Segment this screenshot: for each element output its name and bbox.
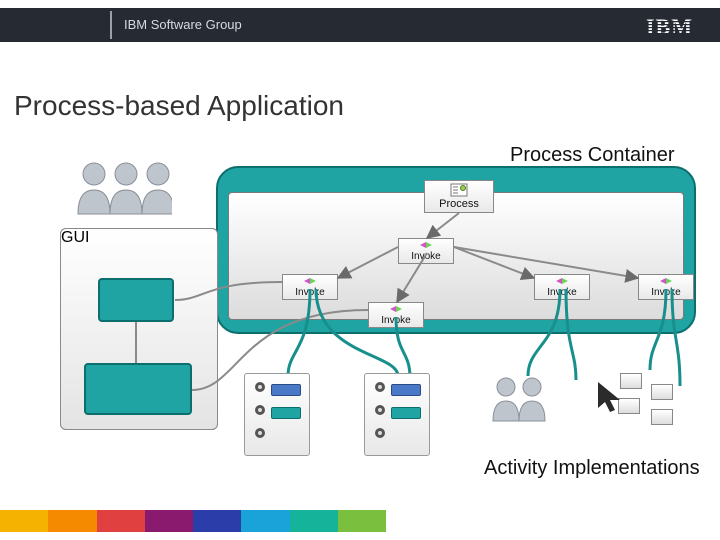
invoke-tag-mid: Invoke (368, 302, 424, 328)
impl-d-box (651, 384, 673, 400)
gear-icon (373, 380, 387, 399)
ibm-logo: IBM (646, 14, 706, 43)
invoke-tag-right1: Invoke (534, 274, 590, 300)
gui-box-top (98, 278, 174, 322)
impl-group-c (486, 373, 556, 440)
invoke-tag-top: Invoke (398, 238, 454, 264)
header-bar: IBM Software Group IBM (0, 8, 720, 42)
header-group-text: IBM Software Group (124, 17, 242, 32)
invoke-tag-left: Invoke (282, 274, 338, 300)
impl-d-box (651, 409, 673, 425)
page-title: Process-based Application (14, 90, 344, 122)
gear-icon (253, 380, 267, 399)
impl-group-b (364, 373, 430, 456)
footer-stripes (0, 510, 386, 532)
invoke-label: Invoke (547, 287, 576, 298)
process-tag-label: Process (439, 198, 479, 210)
process-tag: Process (424, 180, 494, 213)
process-container-label: Process Container (510, 144, 675, 167)
cursor-icon (590, 380, 630, 420)
impl-group-a (244, 373, 310, 456)
invoke-label: Invoke (295, 287, 324, 298)
gear-icon (373, 426, 387, 445)
invoke-tag-right2: Invoke (638, 274, 694, 300)
users-icon (72, 156, 172, 239)
gear-icon (373, 403, 387, 422)
invoke-label: Invoke (651, 287, 680, 298)
activity-implementations-label: Activity Implementations (484, 457, 700, 480)
gear-icon (253, 403, 267, 422)
gear-icon (253, 426, 267, 445)
gui-box-bottom (84, 363, 192, 415)
invoke-label: Invoke (411, 251, 440, 262)
header-divider (110, 11, 112, 39)
svg-text:IBM: IBM (646, 14, 693, 38)
invoke-label: Invoke (381, 315, 410, 326)
